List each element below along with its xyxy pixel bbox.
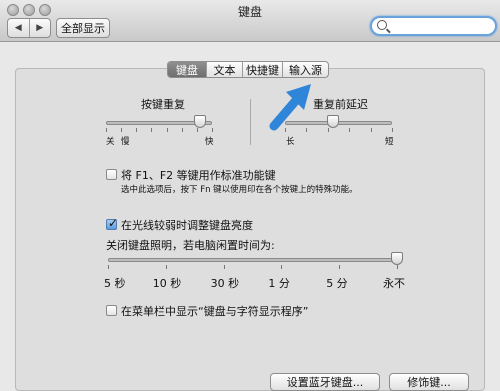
backlight-tick-label: 5 分 <box>326 277 348 290</box>
backlight-off-title: 关闭键盘照明，若电脑闲置时间为: <box>106 239 275 252</box>
back-arrow-icon: ◀ <box>14 23 22 33</box>
backlight-tick-label: 5 秒 <box>104 277 126 290</box>
backlight-off-slider[interactable] <box>108 258 397 262</box>
slider-tick <box>181 128 183 132</box>
show-in-menu-bar-checkbox[interactable] <box>106 305 117 316</box>
slider-tick <box>281 265 283 269</box>
slider-tick <box>196 128 198 132</box>
forward-button[interactable]: ▶ <box>28 19 51 37</box>
auto-brightness-checkbox[interactable]: ✓ <box>106 216 119 230</box>
search-field[interactable] <box>370 16 497 36</box>
function-keys-checkbox[interactable] <box>106 169 117 180</box>
search-input[interactable] <box>391 19 491 33</box>
tab-keyboard[interactable]: 键盘 <box>168 62 206 77</box>
slider-tick <box>306 128 308 132</box>
search-icon <box>377 20 387 30</box>
checkmark-icon: ✓ <box>108 216 119 230</box>
key-repeat-fast-label: 快 <box>205 137 214 147</box>
delay-short-label: 短 <box>385 137 394 147</box>
backlight-tick-label: 30 秒 <box>210 277 240 290</box>
slider-tick <box>121 128 123 132</box>
key-repeat-title: 按键重复 <box>141 98 185 111</box>
auto-brightness-label: 在光线较弱时调整键盘亮度 <box>121 219 253 232</box>
tab-text[interactable]: 文本 <box>206 62 242 77</box>
function-keys-description: 选中此选项后，按下 Fn 键以使用印在各个按键上的特殊功能。 <box>121 185 358 195</box>
forward-arrow-icon: ▶ <box>36 23 44 33</box>
delay-until-repeat-knob[interactable] <box>327 115 340 128</box>
nav-buttons: ◀ ▶ <box>7 18 51 38</box>
key-repeat-off-label: 关 <box>106 137 115 147</box>
slider-divider <box>250 99 251 145</box>
back-button[interactable]: ◀ <box>8 19 29 37</box>
slider-tick <box>108 265 109 269</box>
window-toolbar: 键盘 ◀ ▶ 全部显示 <box>0 0 500 42</box>
slider-tick <box>327 128 329 132</box>
setup-bluetooth-keyboard-button[interactable]: 设置蓝牙键盘... <box>270 373 380 391</box>
delay-until-repeat-title: 重复前延迟 <box>313 98 368 111</box>
slider-tick <box>392 128 393 132</box>
backlight-tick-label: 1 分 <box>268 277 290 290</box>
backlight-tick-label: 永不 <box>383 277 405 290</box>
slider-tick <box>136 128 138 132</box>
show-in-menu-bar-label: 在菜单栏中显示“键盘与字符显示程序” <box>121 305 309 318</box>
backlight-tick-label: 10 秒 <box>152 277 182 290</box>
delay-long-label: 长 <box>286 137 295 147</box>
slider-tick <box>370 128 372 132</box>
backlight-off-knob[interactable] <box>391 252 403 265</box>
tab-input-sources[interactable]: 输入源 <box>282 62 328 77</box>
tab-bar: 键盘 文本 快捷键 输入源 <box>167 61 329 78</box>
function-keys-label: 将 F1、F2 等键用作标准功能键 <box>121 169 276 182</box>
slider-tick <box>397 265 398 269</box>
slider-tick <box>285 128 286 132</box>
tab-shortcuts[interactable]: 快捷键 <box>242 62 282 77</box>
slider-tick <box>165 265 167 269</box>
key-repeat-slow-label: 慢 <box>121 137 130 147</box>
slider-tick <box>151 128 153 132</box>
slider-tick <box>212 128 213 132</box>
show-all-button[interactable]: 全部显示 <box>56 18 110 38</box>
slider-tick <box>349 128 351 132</box>
slider-tick <box>223 265 225 269</box>
slider-tick <box>339 265 341 269</box>
modifier-keys-button[interactable]: 修饰键... <box>389 373 469 391</box>
slider-tick <box>166 128 168 132</box>
slider-tick <box>106 128 107 132</box>
